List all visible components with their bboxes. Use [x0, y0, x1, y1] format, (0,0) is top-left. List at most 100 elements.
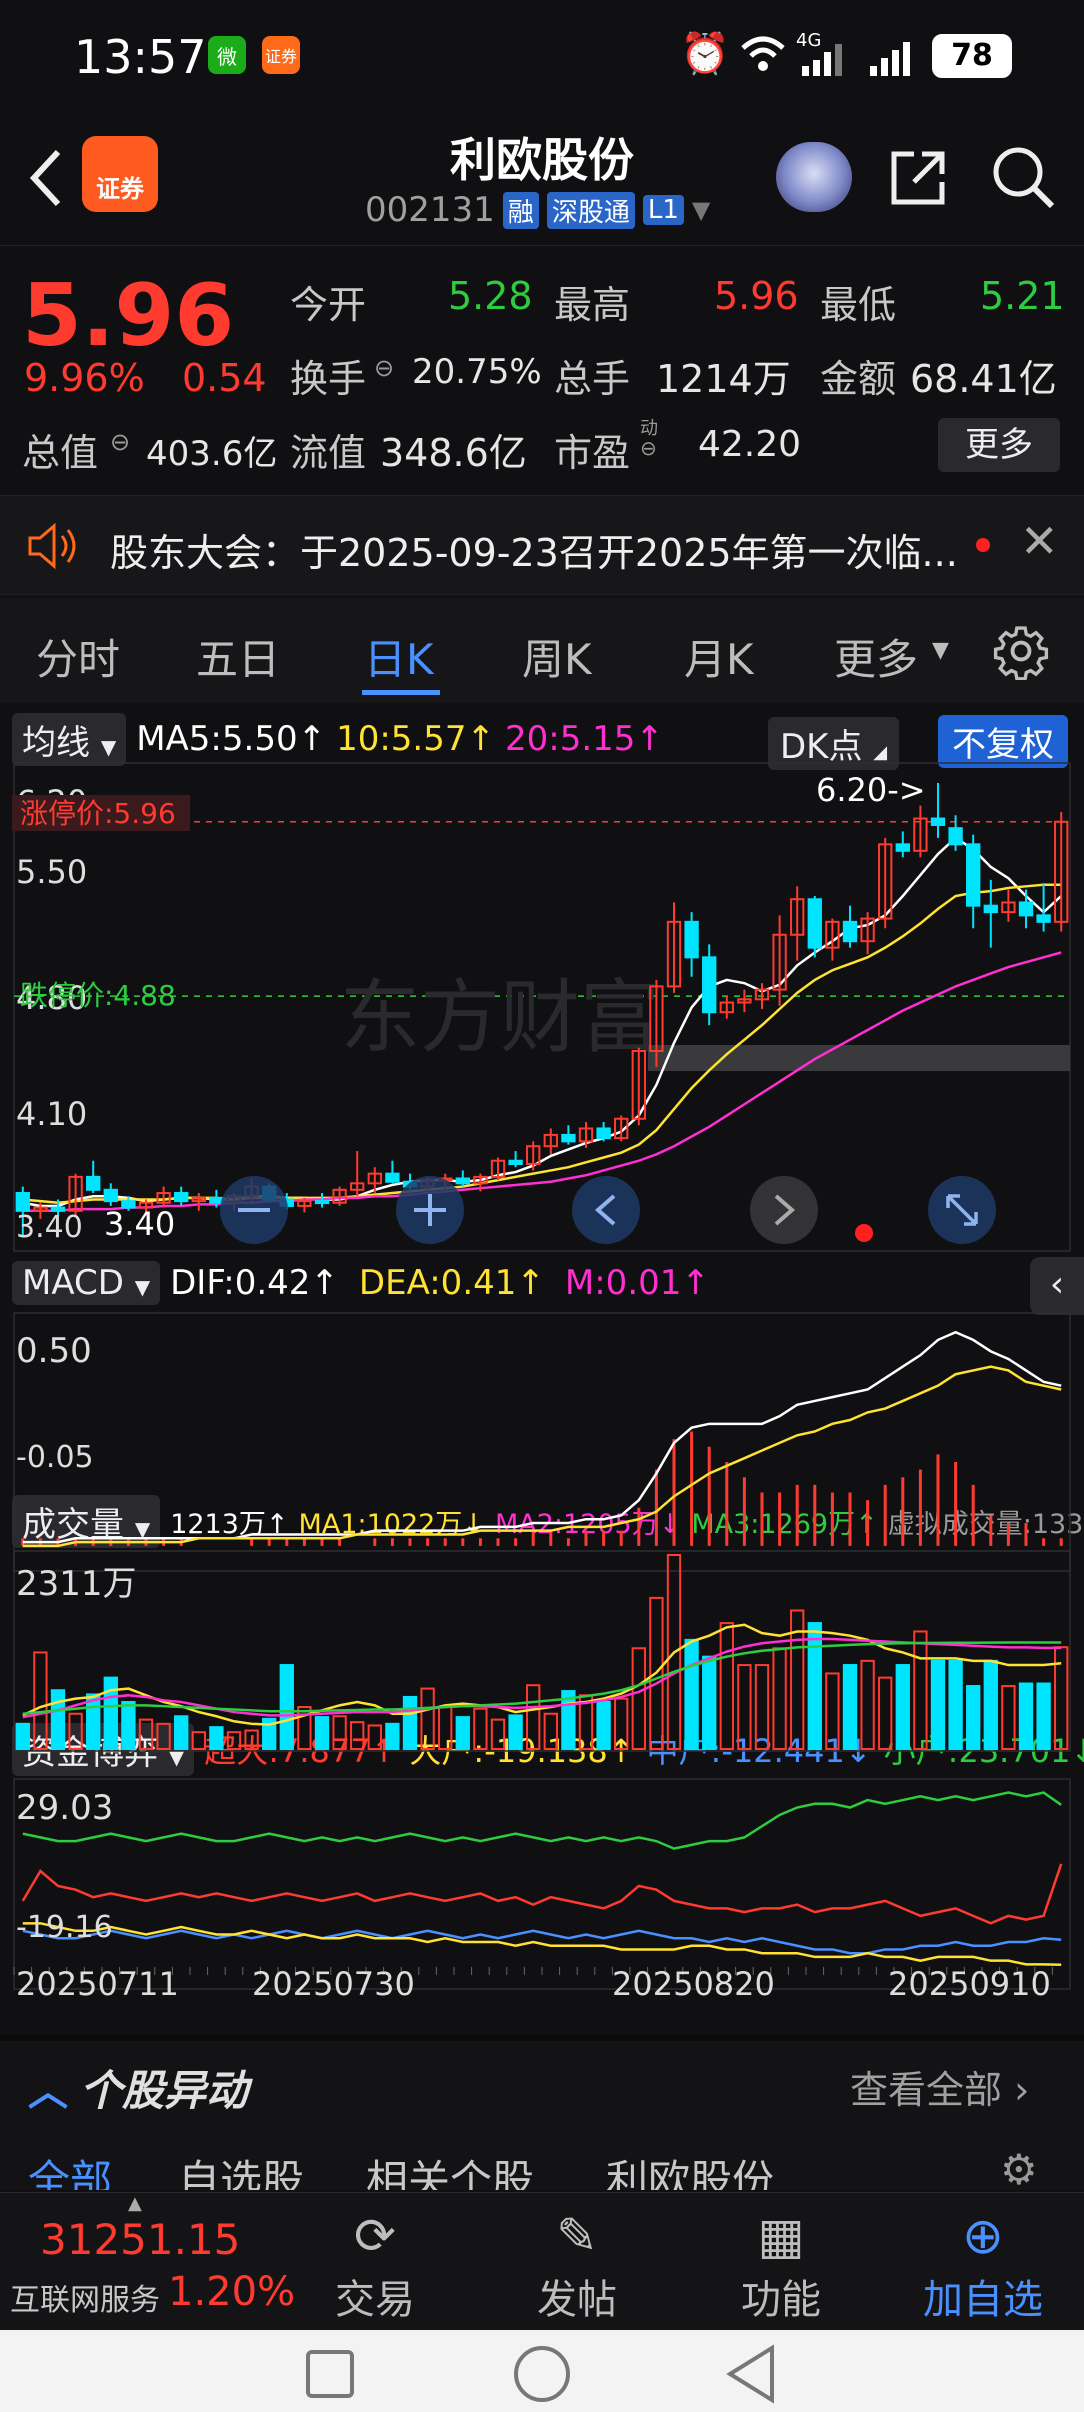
tab-timeshare[interactable]: 分时 — [36, 626, 120, 687]
nav-post[interactable]: ✎ 发帖 — [502, 2205, 652, 2325]
volume-bar — [614, 1697, 629, 1751]
home-button[interactable] — [514, 2346, 570, 2402]
chevron-up-icon[interactable]: ︿ — [28, 2059, 68, 2117]
candle-body — [174, 1192, 189, 1203]
tab-monthly-k[interactable]: 月K — [684, 626, 754, 687]
volume-bar — [103, 1676, 118, 1751]
volume-bar — [684, 1638, 699, 1750]
chart-area[interactable]: 均线 ▼ MA5:5.50↑ 10:5.57↑ 20:5.15↑ DK点 ◢ 不… — [0, 705, 1084, 2035]
stock-code: 002131 — [365, 190, 495, 230]
securities-app-icon: 证券 — [262, 36, 300, 74]
volume-bar — [33, 1651, 48, 1751]
status-time: 13:57 — [74, 30, 207, 84]
nav-post-label: 发帖 — [537, 2277, 617, 2323]
macd-axis-bottom: -0.05 — [16, 1440, 94, 1475]
fund-axis-bottom: -19.16 — [16, 1910, 113, 1945]
stock-code-row: 002131 融 深股通 L1 ▼ — [365, 190, 710, 230]
turnover-label: 换手 — [290, 357, 367, 401]
candle-body — [103, 1188, 118, 1203]
date-label-1: 20250711 — [16, 1965, 179, 2003]
scroll-left-button[interactable] — [572, 1176, 640, 1244]
recent-apps-button[interactable] — [306, 2350, 354, 2398]
panel-frame-2 — [13, 1550, 1071, 1752]
alarm-icon: ⏰ — [680, 31, 730, 77]
robot-assistant-icon[interactable] — [776, 142, 852, 212]
news-tab-related[interactable]: 相关个股 — [366, 2147, 534, 2190]
system-navigation-bar — [0, 2330, 1084, 2412]
more-button[interactable]: 更多 — [938, 418, 1060, 472]
edit-icon: ✎ — [556, 2207, 598, 2265]
notice-bar[interactable]: 股东大会：于2025-09-23召开2025年第一次临... ✕ — [0, 495, 1084, 595]
volume-bar — [772, 1647, 787, 1751]
volume-bar — [138, 1718, 154, 1750]
margin-tag: 融 — [502, 191, 539, 229]
back-button[interactable] — [722, 2344, 778, 2404]
battery-icon: 78 — [932, 34, 1012, 78]
volume-bar — [367, 1724, 382, 1750]
info-icon[interactable]: ⊖ — [110, 428, 130, 456]
date-label-3: 20250820 — [612, 1965, 775, 2003]
section-title: 个股异动 — [80, 2066, 249, 2115]
pe-label: 市盈 — [554, 431, 631, 475]
dropdown-icon[interactable]: ▼ — [692, 196, 710, 224]
volume-bar — [719, 1622, 734, 1751]
volume-bar — [631, 1647, 646, 1751]
open-value: 5.28 — [448, 274, 533, 318]
date-label-4: 20250910 — [888, 1965, 1051, 2003]
view-all-link[interactable]: 查看全部 › — [850, 2059, 1029, 2114]
tab-weekly-k[interactable]: 周K — [522, 626, 592, 687]
volume-bar — [350, 1721, 365, 1750]
volume-bar — [1036, 1682, 1051, 1750]
volume-bar — [455, 1716, 470, 1751]
candle-body — [895, 843, 910, 852]
stock-news-section: ︿ 个股异动 查看全部 › 全部 自选股 相关个股 利欧股份 ⚙ — [0, 2035, 1084, 2190]
nav-functions[interactable]: ▦ 功能 — [706, 2205, 856, 2325]
volume-bar — [226, 1731, 242, 1750]
news-tab-watchlist[interactable]: 自选股 — [178, 2147, 304, 2190]
nav-add-watch[interactable]: ⊕ 加自选 — [908, 2205, 1058, 2325]
low-value: 5.21 — [980, 274, 1065, 318]
search-icon[interactable] — [990, 144, 1056, 210]
volume-bar — [543, 1712, 558, 1751]
price-label-2: 5.50 — [16, 853, 87, 891]
share-icon[interactable] — [886, 146, 950, 210]
section-divider — [0, 2035, 1084, 2041]
volume-bar — [279, 1664, 294, 1750]
high-label: 最高 — [554, 283, 631, 327]
volume-label: 总手 — [554, 357, 631, 401]
gear-icon[interactable]: ⚙ — [1000, 2145, 1038, 2190]
volume-bar — [737, 1664, 752, 1750]
volume-bar — [332, 1715, 347, 1750]
candle-body — [385, 1172, 400, 1183]
candle-body — [702, 956, 717, 1014]
volume-bar — [526, 1684, 541, 1751]
tab-fiveday[interactable]: 五日 — [196, 626, 280, 687]
tab-daily-k[interactable]: 日K — [364, 626, 434, 687]
wechat-icon: 微 — [208, 36, 246, 74]
tab-more[interactable]: 更多 — [834, 626, 918, 687]
candle-body — [684, 920, 699, 959]
panel-frame-3 — [13, 1778, 1071, 1990]
nav-trade[interactable]: ⟳ 交易 — [300, 2205, 450, 2325]
unread-dot — [976, 538, 990, 552]
info-icon[interactable]: ⊖ — [640, 436, 657, 460]
add-circle-icon: ⊕ — [962, 2207, 1004, 2265]
info-icon[interactable]: ⊖ — [374, 354, 394, 382]
volume-bar — [754, 1664, 770, 1750]
chart-controls — [220, 1176, 996, 1244]
news-tab-stock[interactable]: 利欧股份 — [606, 2147, 774, 2190]
volume-bar — [402, 1695, 418, 1750]
notice-text: 股东大会：于2025-09-23召开2025年第一次临... — [110, 531, 958, 575]
kline-chart[interactable]: 东方财富 6.20 5.50 4.80 4.10 3.40 涨停价:5.96 跌… — [0, 705, 1084, 2035]
close-icon[interactable]: ✕ — [1020, 514, 1059, 568]
volume-bar — [68, 1712, 83, 1751]
news-tab-all[interactable]: 全部 — [28, 2147, 112, 2190]
nav-add-watch-label: 加自选 — [923, 2277, 1043, 2323]
gear-icon[interactable] — [992, 622, 1050, 680]
scroll-right-button[interactable] — [750, 1176, 818, 1244]
limit-up-label: 涨停价:5.96 — [20, 797, 176, 830]
candle-body — [209, 1196, 224, 1204]
index-value[interactable]: 31251.15 — [40, 2215, 240, 2264]
candle-body — [15, 1192, 30, 1212]
candle-body — [966, 843, 981, 907]
